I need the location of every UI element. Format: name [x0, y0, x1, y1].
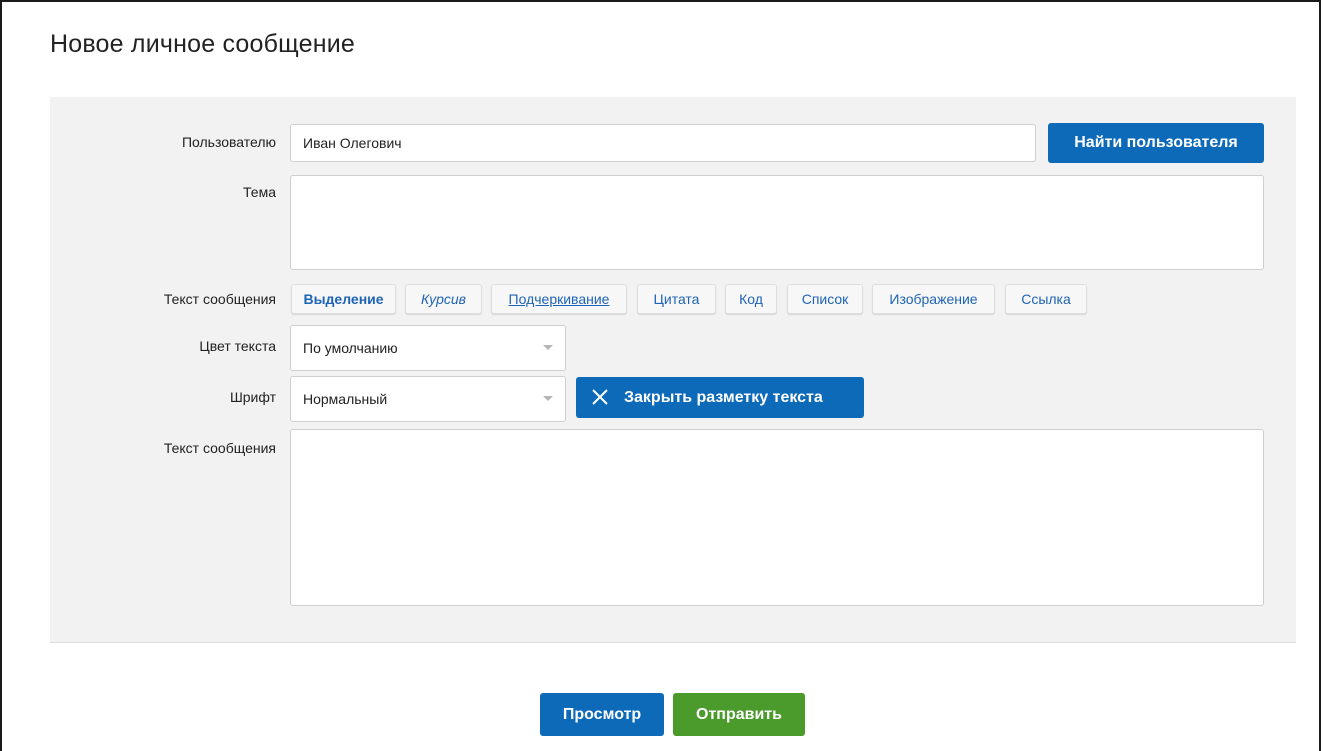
font-value: Нормальный [303, 391, 388, 407]
toolbar-label: Текст сообщения [163, 291, 276, 307]
recipient-input[interactable]: Иван Олегович [290, 124, 1036, 162]
chevron-down-icon [543, 345, 553, 350]
font-label: Шрифт [229, 389, 276, 405]
link-format-button[interactable]: Ссылка [1005, 284, 1087, 314]
send-button[interactable]: Отправить [673, 693, 805, 736]
font-select[interactable]: Нормальный [290, 376, 566, 422]
preview-button[interactable]: Просмотр [540, 693, 664, 736]
close-markup-button[interactable]: Закрыть разметку текста [576, 377, 864, 418]
recipient-label: Пользователю [181, 134, 276, 150]
code-format-button[interactable]: Код [725, 284, 777, 314]
italic-format-button[interactable]: Курсив [405, 284, 482, 314]
message-textarea[interactable] [290, 429, 1264, 606]
image-format-button[interactable]: Изображение [872, 284, 995, 314]
text-color-label: Цвет текста [199, 338, 276, 354]
close-icon [592, 389, 608, 405]
message-label: Текст сообщения [163, 440, 276, 456]
text-color-select[interactable]: По умолчанию [290, 325, 566, 371]
underline-format-button[interactable]: Подчеркивание [491, 284, 627, 314]
bold-format-button[interactable]: Выделение [291, 284, 396, 314]
text-color-value: По умолчанию [303, 340, 398, 356]
page-title: Новое личное сообщение [50, 30, 356, 58]
close-markup-label: Закрыть разметку текста [624, 389, 823, 406]
subject-input[interactable] [290, 175, 1264, 270]
find-user-button[interactable]: Найти пользователя [1048, 123, 1264, 163]
chevron-down-icon [543, 396, 553, 401]
subject-label: Тема [243, 184, 276, 200]
quote-format-button[interactable]: Цитата [637, 284, 716, 314]
list-format-button[interactable]: Список [787, 284, 863, 314]
